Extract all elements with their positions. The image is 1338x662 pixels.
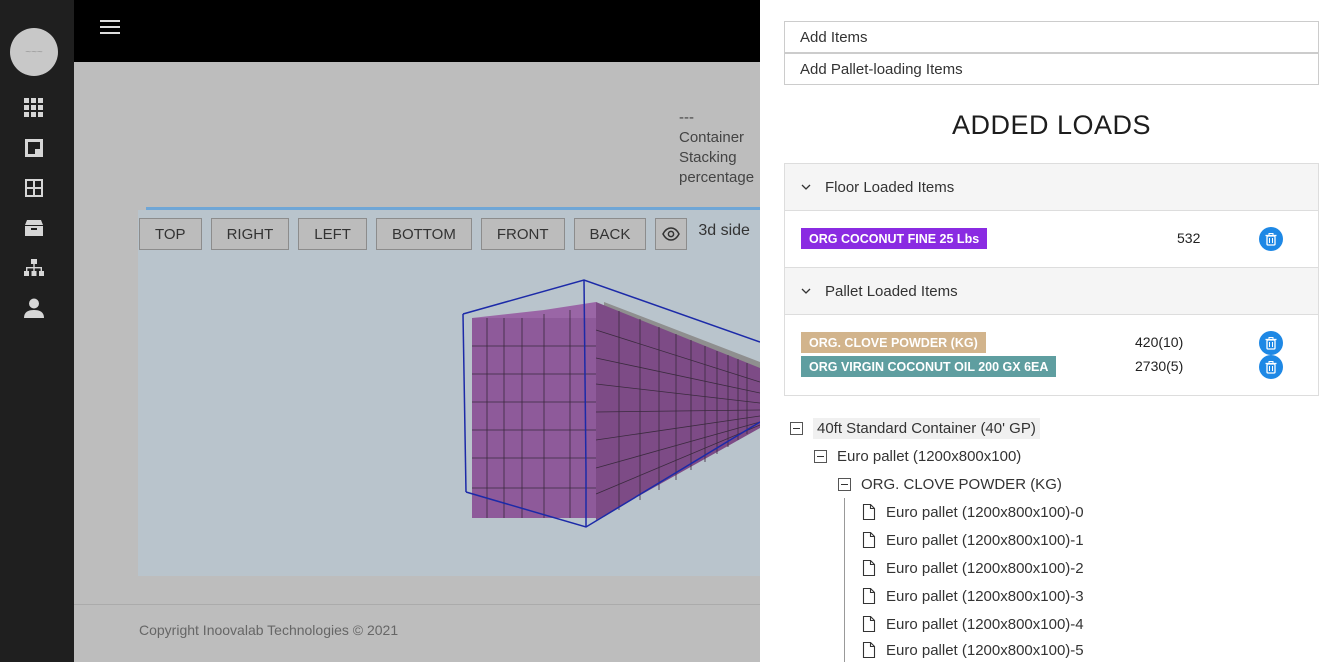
main-content: --- Container Stacking percentage TOP RI… — [74, 62, 760, 662]
pallet-item-qty: 2730(5) — [1135, 358, 1184, 374]
user-icon[interactable] — [24, 298, 44, 318]
tree-node-pallet-label[interactable]: Euro pallet (1200x800x100) — [837, 448, 1021, 465]
added-loads-drawer: Add Items Add Pallet-loading Items ADDED… — [760, 0, 1338, 662]
floor-loaded-panel: Floor Loaded Items ORG COCONUT FINE 25 L… — [784, 163, 1319, 268]
tree-leaf[interactable]: Euro pallet (1200x800x100)-1 — [862, 528, 1084, 552]
trash-icon — [1265, 336, 1277, 350]
tree-node-container[interactable]: 40ft Standard Container (40' GP) — [790, 416, 1040, 440]
tree-node-product[interactable]: ORG. CLOVE POWDER (KG) — [838, 472, 1062, 496]
view-back-button[interactable]: BACK — [573, 218, 647, 250]
floor-loaded-body: ORG COCONUT FINE 25 Lbs 532 — [785, 211, 1318, 268]
collapse-icon[interactable] — [790, 421, 803, 435]
tree-leaf[interactable]: Euro pallet (1200x800x100)-3 — [862, 584, 1084, 608]
collapse-icon[interactable] — [814, 449, 827, 463]
left-nav-rail: ~~~ — [0, 0, 74, 662]
tree-leaf-label[interactable]: Euro pallet (1200x800x100)-5 — [886, 642, 1084, 659]
file-icon — [862, 616, 876, 632]
chevron-down-icon — [801, 288, 811, 294]
delete-pallet-item-button[interactable] — [1259, 355, 1283, 379]
tree-leaf[interactable]: Euro pallet (1200x800x100)-4 — [862, 612, 1084, 636]
delete-pallet-item-button[interactable] — [1259, 331, 1283, 355]
tree-leaf-label[interactable]: Euro pallet (1200x800x100)-0 — [886, 504, 1084, 521]
pallet-loaded-body: ORG. CLOVE POWDER (KG) 420(10) ORG VIRGI… — [785, 315, 1318, 395]
top-header — [74, 0, 760, 62]
avatar[interactable]: ~~~ — [10, 28, 58, 76]
hierarchy-icon[interactable] — [24, 258, 44, 278]
floor-item-qty: 532 — [1177, 230, 1201, 246]
view-bottom-button[interactable]: BOTTOM — [375, 218, 472, 250]
tree-node-container-label[interactable]: 40ft Standard Container (40' GP) — [813, 417, 1040, 439]
pallet-loaded-header-label: Pallet Loaded Items — [825, 282, 958, 300]
file-icon — [862, 532, 876, 548]
tree-node-pallet[interactable]: Euro pallet (1200x800x100) — [814, 444, 1021, 468]
layout-icon[interactable] — [24, 178, 44, 198]
pallet-loaded-panel: Pallet Loaded Items ORG. CLOVE POWDER (K… — [784, 267, 1319, 396]
eye-toggle-button[interactable] — [655, 218, 688, 250]
eye-icon — [662, 227, 681, 241]
pallet-item-qty: 420(10) — [1135, 334, 1184, 350]
tree-leaf[interactable]: Euro pallet (1200x800x100)-5 — [862, 638, 1084, 662]
avatar-placeholder: ~~~ — [25, 46, 43, 58]
added-loads-title: ADDED LOADS — [951, 110, 1152, 140]
tree-leaf-label[interactable]: Euro pallet (1200x800x100)-2 — [886, 560, 1084, 577]
file-icon — [862, 588, 876, 604]
file-icon — [862, 560, 876, 576]
tree-leaf-label[interactable]: Euro pallet (1200x800x100)-1 — [886, 532, 1084, 549]
file-icon — [862, 642, 876, 658]
box-icon[interactable] — [24, 218, 44, 238]
view-left-button[interactable]: LEFT — [298, 218, 367, 250]
add-items-button[interactable]: Add Items — [784, 21, 1319, 53]
trash-icon — [1265, 360, 1277, 374]
chevron-down-icon — [801, 184, 811, 190]
file-icon — [862, 504, 876, 520]
tree-leaf-label[interactable]: Euro pallet (1200x800x100)-4 — [886, 616, 1084, 633]
add-pallet-items-button[interactable]: Add Pallet-loading Items — [784, 53, 1319, 85]
grid-icon[interactable] — [24, 98, 44, 118]
trash-icon — [1265, 232, 1277, 246]
hamburger-icon[interactable] — [100, 20, 120, 36]
collapse-icon[interactable] — [838, 477, 851, 491]
tree-connector — [844, 498, 845, 662]
footer-divider — [74, 604, 760, 605]
tree-leaf[interactable]: Euro pallet (1200x800x100)-2 — [862, 556, 1084, 580]
pallet-item-tag: ORG. CLOVE POWDER (KG) — [801, 332, 986, 353]
3d-side-label: 3d side — [698, 222, 750, 239]
tree-leaf[interactable]: Euro pallet (1200x800x100)-0 — [862, 500, 1084, 524]
floorplan-icon[interactable] — [24, 138, 44, 158]
container-3d-render — [462, 279, 760, 528]
pallet-loaded-header[interactable]: Pallet Loaded Items — [785, 268, 1318, 315]
view-top-button[interactable]: TOP — [139, 218, 202, 250]
delete-floor-item-button[interactable] — [1259, 227, 1283, 251]
floor-loaded-header-label: Floor Loaded Items — [825, 178, 955, 196]
view-buttons: TOP RIGHT LEFT BOTTOM FRONT BACK 3d side — [139, 218, 750, 250]
cargo-top-face — [472, 302, 596, 318]
view-right-button[interactable]: RIGHT — [210, 218, 290, 250]
floor-item-tag: ORG COCONUT FINE 25 Lbs — [801, 228, 988, 249]
floor-loaded-header[interactable]: Floor Loaded Items — [785, 164, 1318, 211]
copyright-text: Copyright Inoovalab Technologies © 2021 — [139, 622, 399, 638]
view-front-button[interactable]: FRONT — [480, 218, 565, 250]
tree-node-product-label[interactable]: ORG. CLOVE POWDER (KG) — [861, 476, 1062, 493]
tree-leaf-label[interactable]: Euro pallet (1200x800x100)-3 — [886, 588, 1084, 605]
pallet-item-tag: ORG VIRGIN COCONUT OIL 200 GX 6EA — [801, 356, 1057, 377]
